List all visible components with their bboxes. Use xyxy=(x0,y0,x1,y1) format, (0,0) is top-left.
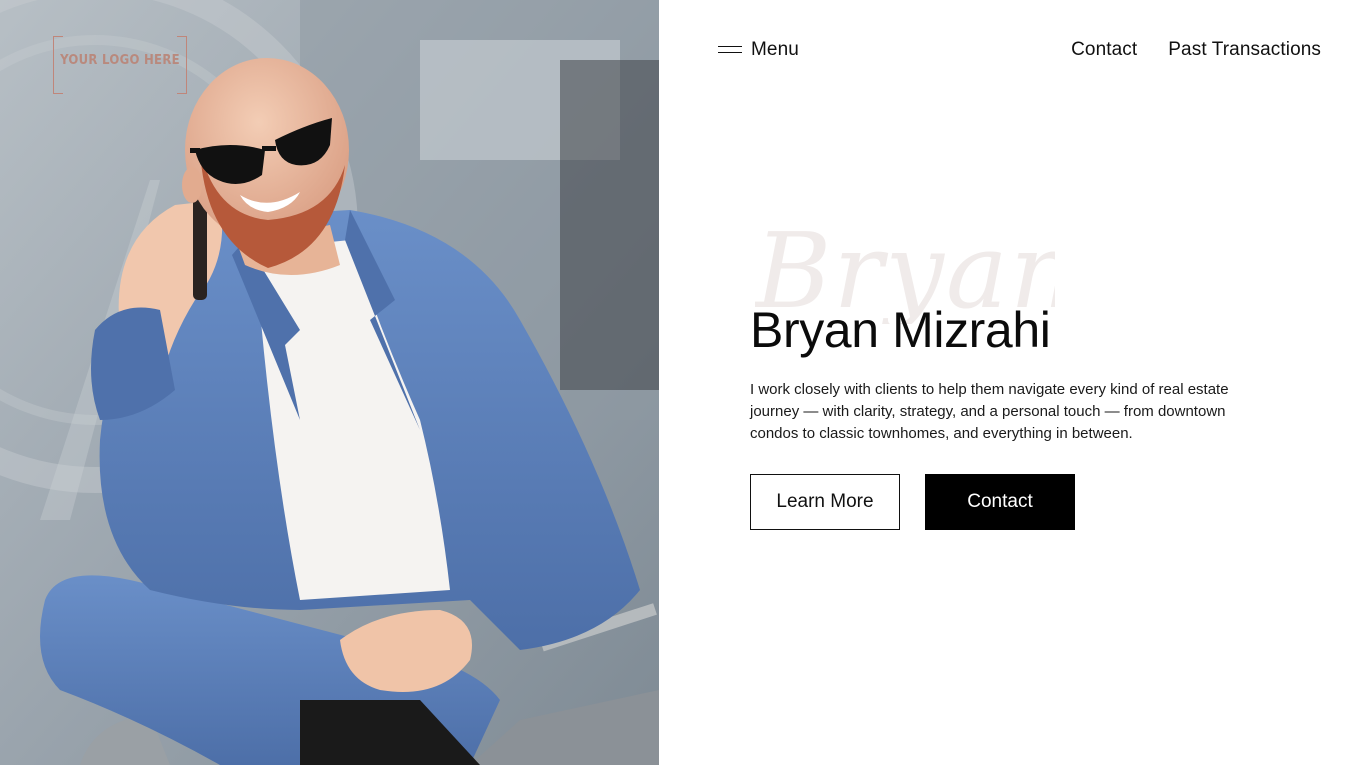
logo-text: YOUR LOGO HERE xyxy=(60,53,180,68)
page: YOUR LOGO HERE Menu Contact Past Transac… xyxy=(0,0,1366,768)
nav-link-past-transactions[interactable]: Past Transactions xyxy=(1168,39,1321,61)
agent-portrait-image xyxy=(0,0,659,765)
top-nav: Contact Past Transactions xyxy=(1071,36,1321,64)
contact-button[interactable]: Contact xyxy=(925,474,1075,530)
hero-photo: YOUR LOGO HERE xyxy=(0,0,659,765)
menu-label: Menu xyxy=(751,39,799,60)
logo-placeholder[interactable]: YOUR LOGO HERE xyxy=(53,36,187,94)
nav-link-contact[interactable]: Contact xyxy=(1071,39,1137,61)
menu-toggle-button[interactable]: Menu xyxy=(718,36,799,64)
learn-more-button[interactable]: Learn More xyxy=(750,474,900,530)
hero-description: I work closely with clients to help them… xyxy=(750,381,1229,442)
hamburger-icon xyxy=(718,45,742,55)
hero-title: Bryan Mizrahi xyxy=(750,302,1051,358)
